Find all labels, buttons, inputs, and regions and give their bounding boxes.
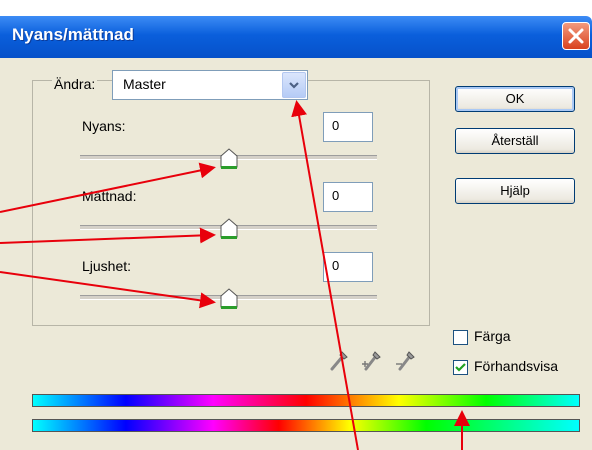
chevron-down-icon: [289, 82, 299, 89]
output-color-bar: [32, 419, 580, 432]
ok-button[interactable]: OK: [455, 86, 575, 112]
edit-dropdown[interactable]: Master: [112, 70, 308, 100]
colorize-label: Färga: [474, 328, 511, 344]
saturation-field[interactable]: 0: [323, 182, 373, 212]
help-button[interactable]: Hjälp: [455, 178, 575, 204]
reset-button[interactable]: Återställ: [455, 128, 575, 154]
saturation-label: Mättnad:: [82, 188, 137, 204]
window-title: Nyans/mättnad: [12, 25, 134, 44]
hue-field[interactable]: 0: [323, 112, 373, 142]
input-color-bar: [32, 394, 580, 407]
checkmark-icon: [455, 363, 466, 372]
preview-label: Förhandsvisa: [474, 358, 559, 374]
close-button[interactable]: [562, 22, 590, 50]
edit-dropdown-value: Master: [123, 76, 166, 92]
eyedropper-add-icon[interactable]: [360, 348, 382, 372]
lightness-field[interactable]: 0: [323, 252, 373, 282]
hue-label: Nyans:: [82, 118, 126, 134]
saturation-slider-thumb[interactable]: [219, 218, 239, 240]
eyedropper-subtract-icon[interactable]: [394, 348, 416, 372]
dropdown-arrow-button[interactable]: [282, 72, 306, 98]
preview-checkbox[interactable]: [453, 360, 468, 375]
lightness-label: Ljushet:: [82, 258, 132, 274]
eyedropper-icon[interactable]: [328, 348, 350, 372]
colorize-checkbox[interactable]: [453, 330, 468, 345]
edit-label: Ändra:: [52, 76, 98, 92]
close-icon: [568, 28, 584, 44]
dialog-body: Ändra: Master Nyans: 0 Mättnad: 0 Ljushe…: [0, 58, 592, 450]
hue-slider-thumb[interactable]: [219, 148, 239, 170]
lightness-slider-thumb[interactable]: [219, 288, 239, 310]
title-bar: Nyans/mättnad: [0, 16, 592, 58]
